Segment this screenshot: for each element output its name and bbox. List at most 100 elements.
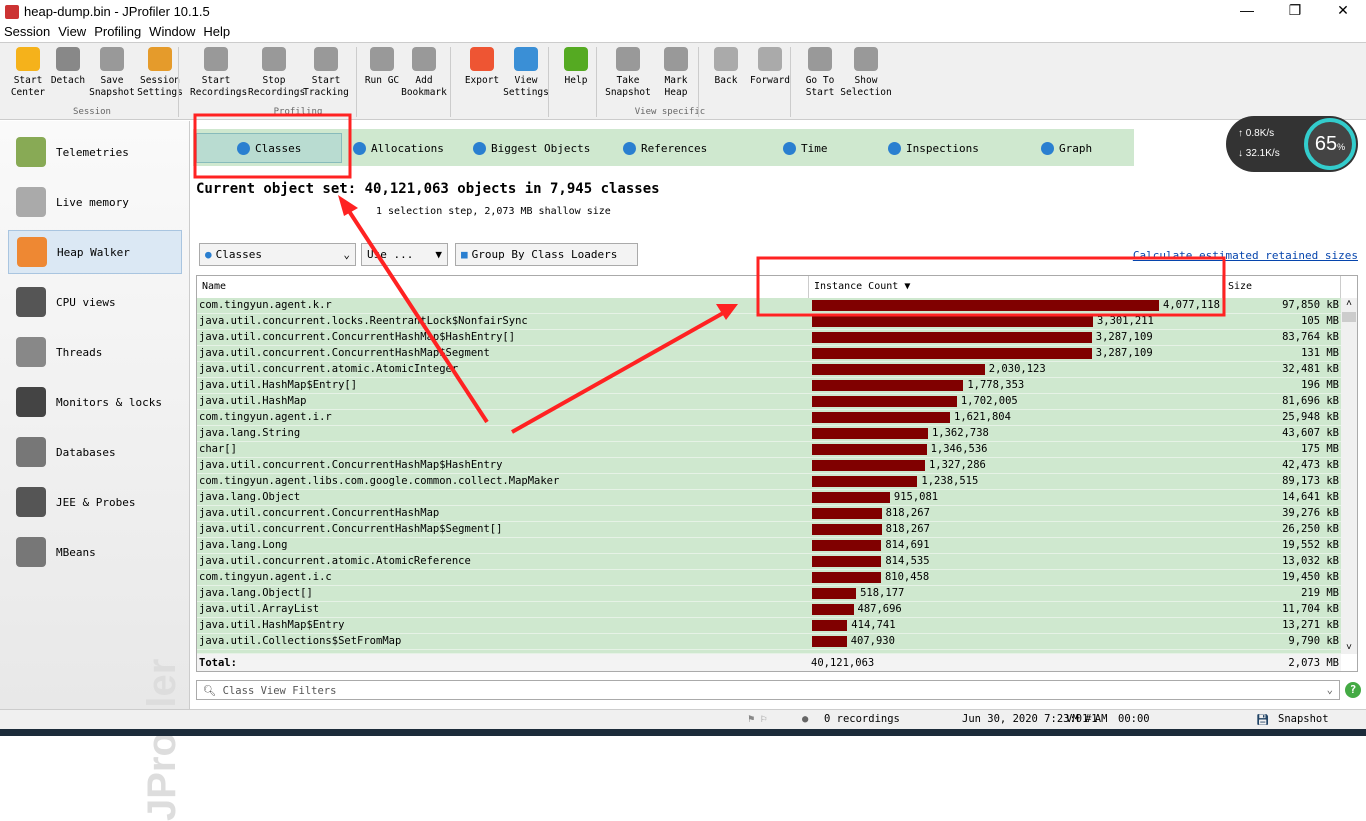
scroll-up-icon[interactable]: ˄ [1341,298,1357,310]
table-row[interactable]: com.tingyun.agent.libs.com.google.common… [197,474,1341,490]
close-button[interactable]: ✕ [1328,2,1358,19]
show-selection-button[interactable]: Show Selection [840,47,892,99]
group-by-class-loaders-button[interactable]: ■ Group By Class Loaders [455,243,638,266]
recording-icon: ● [802,713,809,725]
view-settings-button[interactable]: View Settings [500,47,552,99]
tab-biggest-objects[interactable]: Biggest Objects [473,133,590,163]
table-row[interactable]: java.lang.String 1,362,738 43,607 kB [197,426,1341,442]
calculate-retained-sizes-link[interactable]: Calculate estimated retained sizes [1133,249,1358,262]
minimize-button[interactable]: — [1232,2,1262,18]
toolbar-label: Recordings [248,87,306,98]
session-mode: Snapshot [1278,713,1329,725]
menu-session[interactable]: Session [4,24,50,42]
table-row[interactable]: java.util.Collections$SetFromMap 407,930 9… [197,634,1341,650]
go-to-start-button[interactable]: Go To Start [794,47,846,99]
vertical-scrollbar[interactable]: ˄ ˅ [1341,298,1357,654]
menu-help[interactable]: Help [203,24,230,42]
take-snapshot-button[interactable]: Take Snapshot [602,47,654,99]
toolbar-label: Recordings [190,87,248,98]
table-row[interactable]: java.util.HashMap$Entry 414,741 13,271 kB [197,618,1341,634]
view-select[interactable]: ● Classes ⌄ [199,243,356,266]
sidebar-item-jee-probes[interactable]: JEE & Probes [8,480,182,524]
scroll-thumb[interactable] [1342,312,1356,322]
menu-profiling[interactable]: Profiling [94,24,141,42]
chevron-down-icon: ⌄ [343,248,350,261]
table-row[interactable]: java.util.concurrent.atomic.AtomicIntege… [197,362,1341,378]
class-name: java.util.HashMap [199,395,307,407]
sidebar-item-monitors-locks[interactable]: Monitors & locks [8,380,182,424]
column-header-name[interactable]: Name [197,276,809,298]
table-row[interactable]: java.util.concurrent.ConcurrentHashMap$H… [197,330,1341,346]
sidebar-item-threads[interactable]: Threads [8,330,182,374]
sidebar-item-heap-walker[interactable]: Heap Walker [8,230,182,274]
table-row[interactable]: java.util.concurrent.ConcurrentHashMap$H… [197,458,1341,474]
table-row[interactable]: java.util.ArrayList 487,696 11,704 kB [197,602,1341,618]
back-icon [714,47,738,71]
sidebar-item-cpu-views[interactable]: CPU views [8,280,182,324]
instance-count-bar [812,556,882,567]
instance-count: 810,458 [884,571,930,583]
table-row[interactable]: java.lang.Long 814,691 19,552 kB [197,538,1341,554]
table-row[interactable]: com.tingyun.agent.k.r 4,077,118 97,850 kB [197,298,1341,314]
stop-recordings-button[interactable]: Stop Recordings [248,47,306,99]
help-button[interactable]: Help [550,47,602,87]
tab-time[interactable]: Time [783,133,828,163]
instance-count-bar [812,300,1159,311]
toolbar-label: Start [201,75,231,86]
scroll-down-icon[interactable]: ˅ [1341,642,1357,654]
table-row[interactable]: java.util.HashMap 1,702,005 81,696 kB [197,394,1341,410]
jee-probes-icon [16,487,46,517]
table-row[interactable]: java.lang.Object 915,081 14,641 kB [197,490,1341,506]
start-tracking-button[interactable]: Start Tracking [300,47,352,99]
table-row[interactable]: java.util.concurrent.locks.ReentrantLock… [197,314,1341,330]
menu-window[interactable]: Window [149,24,195,42]
group-icon: ■ [461,248,468,261]
sidebar-item-telemetries[interactable]: Telemetries [8,130,182,174]
tab-allocations[interactable]: Allocations [353,133,444,163]
sidebar-item-label: JEE & Probes [56,495,136,509]
use-dropdown[interactable]: Use ... ▼ [361,243,448,266]
tab-inspections[interactable]: Inspections [888,133,979,163]
sidebar-item-label: Live memory [56,195,129,209]
table-row[interactable]: java.util.concurrent.ConcurrentHashMap 81… [197,506,1341,522]
sidebar-item-label: Heap Walker [57,245,130,259]
table-row[interactable]: java.util.concurrent.ConcurrentHashMap$S… [197,346,1341,362]
tab-graph[interactable]: Graph [1041,133,1092,163]
sidebar-item-mbeans[interactable]: MBeans [8,530,182,574]
table-row[interactable]: com.tingyun.agent.i.c 810,458 19,450 kB [197,570,1341,586]
class-name: java.util.concurrent.atomic.AtomicRefere… [199,555,471,567]
column-header-instance-count[interactable]: Instance Count ▼ [809,276,1223,298]
table-row[interactable]: java.util.concurrent.atomic.AtomicRefere… [197,554,1341,570]
class-view-filter-input[interactable]: 🔍︎ Class View Filters ⌄ [196,680,1340,700]
forward-button[interactable]: Forward [744,47,796,87]
table-row[interactable]: java.lang.Object[] 518,177 219 MB [197,586,1341,602]
save-icon: 💾︎ [1256,714,1270,726]
menu-view[interactable]: View [58,24,86,42]
toolbar-label: Selection [840,87,892,98]
vm-id: VM #1 [1066,713,1098,725]
table-row[interactable]: java.util.concurrent.ConcurrentHashMap$S… [197,522,1341,538]
toolbar-separator [356,47,357,117]
maximize-button[interactable]: ❐ [1280,2,1310,19]
size: 175 MB [1301,443,1339,455]
bookmark-icon[interactable]: ⚑ ⚐ [748,713,767,725]
table-row[interactable]: com.tingyun.agent.i.r 1,621,804 25,948 kB [197,410,1341,426]
table-row[interactable]: java.util.HashMap$Entry[] 1,778,353 196 MB [197,378,1341,394]
mark-heap-button[interactable]: Mark Heap [650,47,702,99]
total-row: Total: 40,121,063 2,073 MB [197,654,1341,671]
chevron-down-icon[interactable]: ⌄ [1327,684,1333,696]
add-bookmark-button[interactable]: Add Bookmark [398,47,450,99]
save-snapshot-button[interactable]: Save Snapshot [86,47,138,99]
tab-classes[interactable]: Classes [196,133,343,163]
sidebar-item-live-memory[interactable]: Live memory [8,180,182,224]
toolbar-label: Heap [664,87,688,98]
toolbar-label: Add [415,75,433,86]
graph-icon [1041,141,1054,155]
column-header-size[interactable]: Size [1223,276,1341,298]
table-row[interactable]: char[] 1,346,536 175 MB [197,442,1341,458]
help-icon[interactable]: ? [1345,682,1361,698]
sidebar-item-databases[interactable]: Databases [8,430,182,474]
start-recordings-button[interactable]: Start Recordings [190,47,248,99]
tab-references[interactable]: References [623,133,707,163]
show-selection-icon [854,47,878,71]
